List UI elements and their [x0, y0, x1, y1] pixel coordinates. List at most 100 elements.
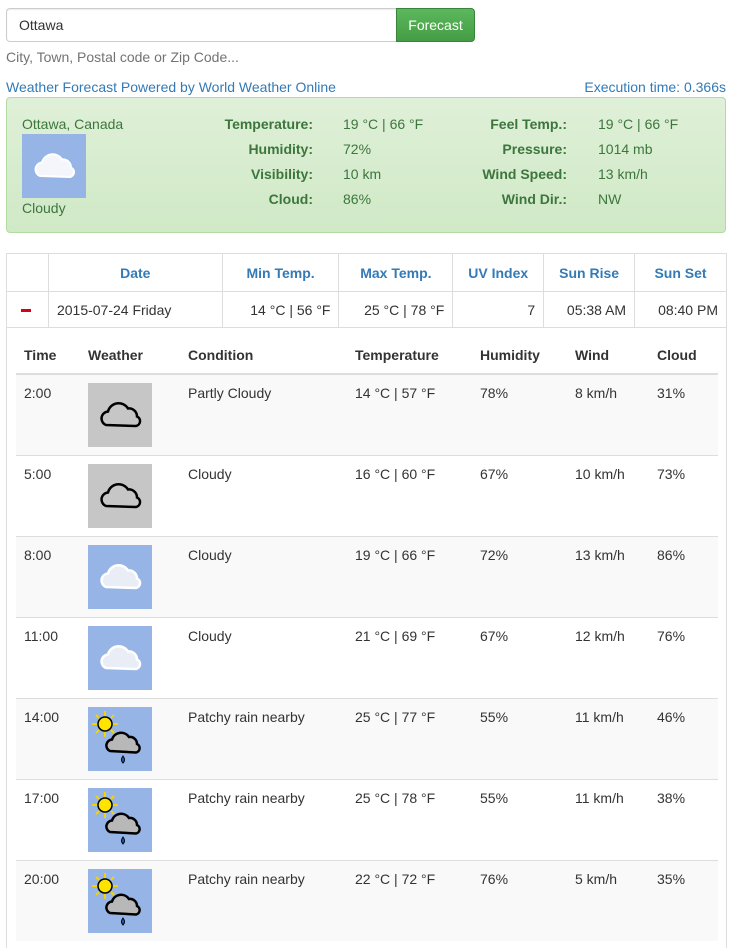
min-temp-header[interactable]: Min Temp. — [221, 253, 340, 292]
night-cloud-icon — [88, 463, 152, 528]
powered-by-link[interactable]: Weather Forecast Powered by World Weathe… — [6, 79, 336, 95]
forecast-sun-rise: 05:38 AM — [543, 291, 636, 328]
humidity-header: Humidity — [472, 336, 567, 375]
cloud-value: 86% — [343, 191, 372, 207]
forecast-table: Date Min Temp. Max Temp. UV Index Sun Ri… — [6, 253, 727, 328]
hourly-condition: Patchy rain nearby — [180, 859, 347, 941]
humidity-value: 72% — [343, 141, 372, 157]
hourly-row: 17:00 Patchy rain nearby 25 °C | 78 °F 55% 1… — [16, 778, 718, 860]
hourly-temperature: 14 °C | 57 °F — [347, 373, 472, 455]
hourly-cloud: 76% — [649, 616, 718, 698]
cloud-icon — [88, 544, 152, 609]
hourly-temperature: 21 °C | 69 °F — [347, 616, 472, 698]
hourly-time: 17:00 — [16, 778, 80, 860]
cloud-icon — [88, 625, 152, 690]
cloud-icon — [22, 134, 86, 198]
hourly-weather — [80, 616, 180, 698]
weather-header: Weather — [80, 336, 180, 375]
search-input[interactable] — [6, 8, 396, 42]
hourly-cloud: 31% — [649, 373, 718, 455]
hourly-detail-panel: Time Weather Condition Temperature Humid… — [6, 328, 727, 948]
cloud-label: Cloud: — [268, 191, 313, 207]
hourly-condition: Cloudy — [180, 454, 347, 536]
hourly-wind: 10 km/h — [567, 454, 649, 536]
hourly-wind: 8 km/h — [567, 373, 649, 455]
hourly-humidity: 55% — [472, 778, 567, 860]
pressure-label: Pressure: — [502, 141, 567, 157]
cloud-header: Cloud — [649, 336, 718, 375]
temperature-label: Temperature: — [224, 116, 313, 132]
forecast-header-row: Date Min Temp. Max Temp. UV Index Sun Ri… — [6, 253, 727, 292]
hourly-temperature: 25 °C | 78 °F — [347, 778, 472, 860]
hourly-condition: Cloudy — [180, 616, 347, 698]
hourly-humidity: 67% — [472, 616, 567, 698]
hourly-wind: 11 km/h — [567, 697, 649, 779]
search-help-text: City, Town, Postal code or Zip Code... — [6, 49, 239, 65]
sun-rain-icon — [88, 868, 152, 933]
forecast-row: 2015-07-24 Friday 14 °C | 56 °F 25 °C | … — [6, 291, 727, 328]
hourly-condition: Cloudy — [180, 535, 347, 617]
feel-temp-value: 19 °C | 66 °F — [598, 116, 679, 132]
max-temp-header[interactable]: Max Temp. — [338, 253, 454, 292]
sun-set-header[interactable]: Sun Set — [634, 253, 727, 292]
expand-column-header — [6, 253, 49, 292]
feel-temp-label: Feel Temp.: — [490, 116, 567, 132]
current-condition: Cloudy — [22, 200, 66, 216]
hourly-humidity: 55% — [472, 697, 567, 779]
visibility-value: 10 km — [343, 166, 382, 182]
hourly-temperature: 16 °C | 60 °F — [347, 454, 472, 536]
hourly-humidity: 67% — [472, 454, 567, 536]
pressure-value: 1014 mb — [598, 141, 653, 157]
hourly-row: 8:00 Cloudy 19 °C | 66 °F 72% 13 km/h 86% — [16, 535, 718, 617]
sun-rise-header[interactable]: Sun Rise — [543, 253, 636, 292]
hourly-row: 11:00 Cloudy 21 °C | 69 °F 67% 12 km/h 76% — [16, 616, 718, 698]
hourly-time: 11:00 — [16, 616, 80, 698]
hourly-time: 20:00 — [16, 859, 80, 941]
hourly-condition: Partly Cloudy — [180, 373, 347, 455]
condition-header: Condition — [180, 336, 347, 375]
hourly-row: 14:00 Patchy rain nearby 25 °C | 77 °F 55% 1… — [16, 697, 718, 779]
hourly-temperature: 22 °C | 72 °F — [347, 859, 472, 941]
hourly-weather — [80, 859, 180, 941]
forecast-button[interactable]: Forecast — [396, 8, 475, 42]
hourly-time: 2:00 — [16, 373, 80, 455]
hourly-temperature: 25 °C | 77 °F — [347, 697, 472, 779]
date-header[interactable]: Date — [47, 253, 223, 292]
sun-rain-icon — [88, 787, 152, 852]
temperature-value: 19 °C | 66 °F — [343, 116, 424, 132]
hourly-weather — [80, 454, 180, 536]
wind-speed-label: Wind Speed: — [482, 166, 567, 182]
forecast-max-temp: 25 °C | 78 °F — [338, 291, 454, 328]
hourly-humidity: 72% — [472, 535, 567, 617]
time-header: Time — [16, 336, 80, 375]
temperature-header: Temperature — [347, 336, 472, 375]
hourly-cloud: 86% — [649, 535, 718, 617]
visibility-label: Visibility: — [251, 166, 313, 182]
hourly-table: Time Weather Condition Temperature Humid… — [16, 336, 718, 941]
hourly-cloud: 73% — [649, 454, 718, 536]
forecast-min-temp: 14 °C | 56 °F — [221, 291, 340, 328]
hourly-time: 14:00 — [16, 697, 80, 779]
hourly-row: 20:00 Patchy rain nearby 22 °C | 72 °F 76% 5… — [16, 859, 718, 941]
hourly-humidity: 76% — [472, 859, 567, 941]
night-cloud-icon — [88, 383, 152, 447]
hourly-temperature: 19 °C | 66 °F — [347, 535, 472, 617]
hourly-wind: 5 km/h — [567, 859, 649, 941]
hourly-condition: Patchy rain nearby — [180, 697, 347, 779]
hourly-wind: 12 km/h — [567, 616, 649, 698]
hourly-time: 5:00 — [16, 454, 80, 536]
collapse-toggle[interactable] — [6, 291, 49, 328]
hourly-cloud: 46% — [649, 697, 718, 779]
hourly-condition: Patchy rain nearby — [180, 778, 347, 860]
wind-header: Wind — [567, 336, 649, 375]
minus-icon — [21, 309, 31, 313]
hourly-header-row: Time Weather Condition Temperature Humid… — [16, 336, 718, 375]
uv-index-header[interactable]: UV Index — [452, 253, 545, 292]
humidity-label: Humidity: — [248, 141, 313, 157]
execution-time: Execution time: 0.366s — [584, 79, 726, 95]
hourly-humidity: 78% — [472, 373, 567, 455]
current-location: Ottawa, Canada — [22, 116, 124, 132]
wind-speed-value: 13 km/h — [598, 166, 648, 182]
forecast-sun-set: 08:40 PM — [634, 291, 727, 328]
hourly-row: 2:00 Partly Cloudy 14 °C | 57 °F 78% 8 km/h 3… — [16, 373, 718, 455]
